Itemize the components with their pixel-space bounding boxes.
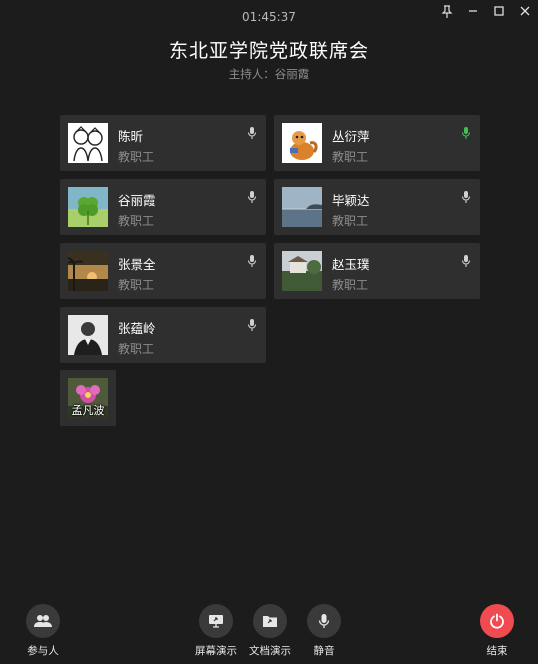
screen-share-icon [199, 604, 233, 638]
doc-share-label: 文档演示 [249, 645, 291, 657]
participant-role: 教职工 [332, 150, 369, 164]
portrait-avatar [68, 315, 108, 355]
cartoon-avatar [68, 123, 108, 163]
participant-card-small[interactable]: 孟凡波 [60, 370, 116, 426]
sea-avatar [282, 187, 322, 227]
garden-avatar [282, 251, 322, 291]
participant-name: 张蕴岭 [118, 321, 156, 336]
screen-share-label: 屏幕演示 [195, 645, 237, 657]
participant-role: 教职工 [118, 214, 155, 228]
participant-card[interactable]: 张景全 教职工 [60, 243, 266, 299]
participant-name: 丛衍萍 [332, 129, 370, 144]
participant-name: 孟凡波 [71, 404, 105, 417]
screen-share-button[interactable]: 屏幕演示 [186, 604, 246, 658]
end-meeting-button[interactable]: 结束 [467, 604, 527, 658]
mic-icon [461, 189, 471, 203]
participant-card[interactable]: 张蕴岭 教职工 [60, 307, 266, 363]
end-label: 结束 [486, 645, 508, 657]
participant-name: 陈昕 [118, 129, 144, 144]
participant-name: 赵玉璞 [332, 257, 370, 272]
pin-icon[interactable] [434, 0, 460, 22]
power-icon [480, 604, 514, 638]
doc-share-button[interactable]: 文档演示 [240, 604, 300, 658]
participant-role: 教职工 [118, 150, 155, 164]
participant-card[interactable]: 赵玉璞 教职工 [274, 243, 480, 299]
participant-role: 教职工 [118, 278, 155, 292]
clover-avatar [68, 187, 108, 227]
mute-button[interactable]: 静音 [294, 604, 354, 658]
participant-role: 教职工 [118, 342, 155, 356]
mute-label: 静音 [313, 645, 335, 657]
participants-label: 参与人 [27, 645, 59, 657]
participant-card[interactable]: 谷丽霞 教职工 [60, 179, 266, 235]
participants-button[interactable]: 参与人 [13, 604, 73, 658]
title-bar: 01:45:37 [0, 0, 538, 34]
participant-name: 张景全 [118, 257, 156, 272]
mic-active-icon [461, 125, 471, 139]
participant-card[interactable]: 陈昕 教职工 [60, 115, 266, 171]
participant-card[interactable]: 丛衍萍 教职工 [274, 115, 480, 171]
close-icon[interactable] [512, 0, 538, 22]
minimize-icon[interactable] [460, 0, 486, 22]
mic-icon [461, 253, 471, 267]
doc-share-icon [253, 604, 287, 638]
participant-role: 教职工 [332, 278, 369, 292]
microphone-icon [307, 604, 341, 638]
participant-name: 谷丽霞 [118, 193, 156, 208]
participant-role: 教职工 [332, 214, 369, 228]
squirrel-avatar [282, 123, 322, 163]
mic-icon [247, 317, 257, 331]
host-label: 主持人：谷丽霞 [228, 67, 310, 81]
sunset-avatar [68, 251, 108, 291]
window-controls [434, 0, 538, 22]
mic-icon [247, 189, 257, 203]
meeting-title: 东北亚学院党政联席会 [168, 40, 369, 62]
participant-name: 毕颖达 [332, 193, 370, 208]
mic-icon [247, 125, 257, 139]
participant-card[interactable]: 毕颖达 教职工 [274, 179, 480, 235]
maximize-icon[interactable] [486, 0, 512, 22]
mic-icon [247, 253, 257, 267]
participants-icon [26, 604, 60, 638]
